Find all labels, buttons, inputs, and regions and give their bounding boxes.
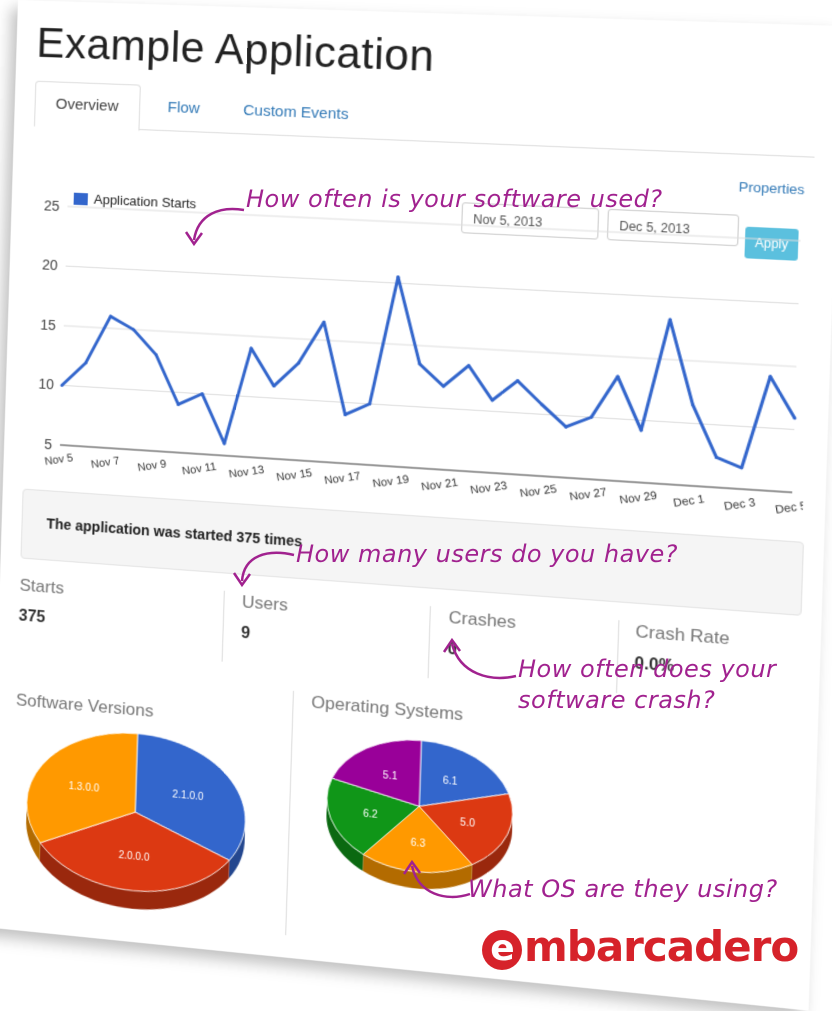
- stat-divider: [222, 591, 225, 662]
- stat-starts-value: 375: [18, 607, 63, 628]
- series-line-application-starts: [60, 260, 798, 480]
- x-tick-label: Dec 3: [723, 496, 757, 513]
- x-tick-label: Dec 1: [672, 493, 705, 510]
- stat-users: Users 9: [240, 592, 288, 667]
- stat-users-value: 9: [241, 625, 287, 647]
- x-tick-label: Nov 19: [372, 473, 410, 490]
- annotation-arrow-icon: [440, 636, 520, 686]
- x-tick-label: Nov 17: [323, 470, 361, 487]
- gridline: [64, 326, 797, 367]
- software-versions-pie: 2.1.0.02.0.0.01.3.0.0: [13, 715, 262, 939]
- stat-crashes-label: Crashes: [448, 608, 516, 634]
- pie-divider: [285, 691, 294, 935]
- x-tick-label: Nov 7: [90, 455, 121, 471]
- y-tick-label: 20: [42, 257, 58, 274]
- x-tick-label: Nov 13: [228, 464, 265, 481]
- embarcadero-logo: e mbarcadero: [482, 922, 798, 971]
- x-tick-label: Nov 23: [469, 480, 508, 497]
- x-tick-label: Nov 25: [519, 483, 558, 500]
- x-tick-label: Nov 11: [181, 461, 217, 478]
- x-tick-label: Dec 5: [774, 500, 808, 517]
- y-tick-label: 5: [44, 436, 53, 453]
- x-tick-label: Nov 9: [137, 458, 168, 474]
- y-tick-label: 15: [40, 316, 56, 333]
- x-tick-label: Nov 27: [568, 486, 607, 504]
- tab-bar: Overview Flow Custom Events: [34, 81, 816, 158]
- stat-starts-label: Starts: [19, 575, 64, 598]
- gridline: [66, 266, 799, 304]
- annotation-arrow-icon: [180, 200, 250, 250]
- pie-slice-label: 6.2: [363, 808, 378, 821]
- y-tick-label: 25: [44, 197, 60, 214]
- annotation-os: What OS are they using?: [468, 875, 778, 903]
- annotation-crash-line2: software crash?: [518, 686, 715, 714]
- tab-overview[interactable]: Overview: [34, 81, 140, 131]
- stat-divider: [428, 606, 431, 678]
- stat-crash-rate-label: Crash Rate: [635, 621, 730, 649]
- legend-swatch: [74, 191, 88, 206]
- annotation-crash-line1: How often does your: [518, 655, 776, 683]
- pie-slice-label: 6.1: [443, 775, 459, 788]
- y-tick-label: 10: [38, 376, 54, 393]
- stat-users-label: Users: [242, 592, 288, 616]
- x-tick-label: Nov 15: [276, 467, 314, 484]
- annotation-arrow-icon: [400, 858, 475, 908]
- annotation-usage: How often is your software used?: [246, 185, 663, 213]
- pie-slice-label: 5.1: [383, 770, 398, 783]
- app-title: Example Application: [36, 19, 436, 82]
- application-starts-chart: 510152025 Application StartsNov 5 Nov 7 Nov…: [23, 191, 812, 534]
- tab-custom-events[interactable]: Custom Events: [222, 88, 370, 139]
- stat-starts: Starts 375: [18, 575, 64, 648]
- x-tick-label: Nov 21: [420, 476, 459, 493]
- tab-flow[interactable]: Flow: [147, 85, 221, 132]
- pie-slice-label: 6.3: [410, 838, 426, 851]
- logo-e-icon: e: [482, 930, 522, 970]
- x-tick-label: Nov 29: [618, 489, 658, 507]
- x-tick-label: Nov 5: [44, 452, 74, 468]
- annotation-arrow-icon: [228, 545, 298, 590]
- properties-link[interactable]: Properties: [738, 179, 804, 198]
- pie-slice-label: 5.0: [460, 817, 476, 830]
- annotation-users: How many users do you have?: [296, 540, 678, 568]
